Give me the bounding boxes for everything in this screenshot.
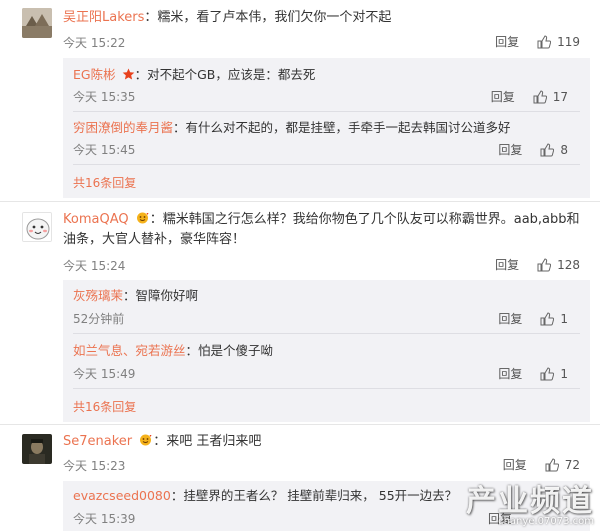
avatar-image [22,434,52,464]
thumbs-up-icon [540,142,555,156]
sub-reply-text-line: 穷困潦倒的奉月酱：有什么对不起的，都是挂壁，手牵手一起去韩国讨公道多好 [73,118,580,138]
sub-reply-username[interactable]: evazcseed0080 [73,488,171,503]
like-button[interactable]: 1 [540,312,568,326]
thumbs-up-icon [540,366,555,380]
divider [73,111,580,112]
watermark: 产业频道 chanye.07073.com [466,476,594,527]
sub-reply-text: ：怕是个傻子呦 [185,343,274,358]
sub-reply-text: ：挂壁界的王者么？ 挂壁前辈归来， 55开一边去？ [170,488,458,503]
thumbs-up-icon [537,257,552,271]
sub-reply-text: ：智障你好啊 [123,288,199,303]
reply-button[interactable]: 回复 [495,33,519,50]
like-count: 8 [560,142,568,157]
comment-text-line: KomaQAQ ：糯米韩国之行怎么样？我给你物色了几个队友可以称霸世界。aab,… [63,210,586,250]
sub-reply-actions: 回复 8 [498,141,568,158]
comment-username[interactable]: 吴正阳Lakers [63,10,144,25]
comment-actions: 回复 128 [495,256,580,273]
sub-reply-text-line: 如兰气息、宛若游丝：怕是个傻子呦 [73,341,580,361]
comment-separator [0,424,600,425]
sub-replies: EG陈彬 ：对不起个GB，应该是：都去死 今天 15:35 回复 17 穷困潦倒… [63,58,590,198]
like-button[interactable]: 17 [533,90,568,104]
comment-timestamp: 今天 15:22 [63,36,126,50]
thumbs-up-icon [537,34,552,48]
avatar-image [22,8,52,38]
divider [73,333,580,334]
comment-timestamp: 今天 15:24 [63,259,126,273]
like-button[interactable]: 8 [540,143,568,157]
comment-text-line: 吴正阳Lakers：糯米，看了卢本伟，我们欠你一个对不起 [63,8,586,28]
sub-reply-text: ：对不起个GB，应该是：都去死 [134,67,316,82]
reply-button[interactable]: 回复 [503,456,527,473]
vip-emoji-badge-icon [136,212,149,224]
sub-reply-username[interactable]: 穷困潦倒的奉月酱 [73,120,173,135]
like-button[interactable]: 119 [537,35,580,49]
avatar-image [23,213,51,241]
like-count: 72 [564,457,580,472]
sub-reply-text-line: EG陈彬 ：对不起个GB，应该是：都去死 [73,65,580,85]
reply-button[interactable]: 回复 [498,141,522,158]
avatar[interactable] [22,8,52,38]
comment-actions: 回复 72 [503,456,580,473]
sub-reply-text: ：有什么对不起的，都是挂壁，手牵手一起去韩国讨公道多好 [173,120,511,135]
divider [73,164,580,165]
sub-reply-username[interactable]: EG陈彬 [73,67,116,82]
vip-emoji-badge-icon [140,434,152,446]
like-count: 119 [557,34,580,49]
comment-timestamp: 今天 15:23 [63,459,126,473]
divider [73,388,580,389]
comment-separator [0,201,600,202]
thumbs-up-icon [545,457,559,471]
reply-button[interactable]: 回复 [495,256,519,273]
like-count: 128 [557,257,580,272]
more-replies-link[interactable]: 共16条回复 [73,174,136,191]
like-count: 1 [560,366,568,381]
sub-reply-actions: 回复 17 [491,88,568,105]
like-button[interactable]: 1 [540,367,568,381]
reply-button[interactable]: 回复 [498,310,522,327]
sub-reply-text-line: 灰殇璃茉：智障你好啊 [73,286,580,306]
comment-actions: 回复 119 [495,33,580,50]
sub-reply-timestamp: 今天 15:49 [73,367,136,381]
reply-button[interactable]: 回复 [498,365,522,382]
thumbs-up-icon [533,89,547,103]
sub-reply-timestamp: 今天 15:39 [73,512,136,526]
comment-text: ：糯米，看了卢本伟，我们欠你一个对不起 [144,10,392,25]
comment-username[interactable]: KomaQAQ [63,212,129,227]
sub-reply-username[interactable]: 灰殇璃茉 [73,288,123,303]
like-count: 17 [552,89,568,104]
like-button[interactable]: 128 [537,258,580,272]
sub-reply-timestamp: 52分钟前 [73,312,125,326]
sub-reply-timestamp: 今天 15:35 [73,90,136,104]
comment-text-line: Se7enaker ：来吧 王者归来吧 [63,432,586,452]
reply-button[interactable]: 回复 [491,88,515,105]
comment-username[interactable]: Se7enaker [63,434,132,449]
sub-replies: 灰殇璃茉：智障你好啊 52分钟前 回复 1 如兰气息、宛若游丝：怕是个傻子呦 今… [63,280,590,422]
like-count: 1 [560,311,568,326]
more-replies-link[interactable]: 共16条回复 [73,398,136,415]
watermark-title: 产业频道 [466,484,594,519]
sub-reply-username[interactable]: 如兰气息、宛若游丝 [73,343,186,358]
star-badge-icon [122,68,134,80]
like-button[interactable]: 72 [545,458,580,472]
thumbs-up-icon [540,311,555,325]
sub-reply-actions: 回复 1 [498,310,568,327]
sub-reply-timestamp: 今天 15:45 [73,143,136,157]
comment-text: ：来吧 王者归来吧 [153,434,262,449]
avatar[interactable] [22,212,52,242]
avatar[interactable] [22,434,52,464]
sub-reply-actions: 回复 1 [498,365,568,382]
